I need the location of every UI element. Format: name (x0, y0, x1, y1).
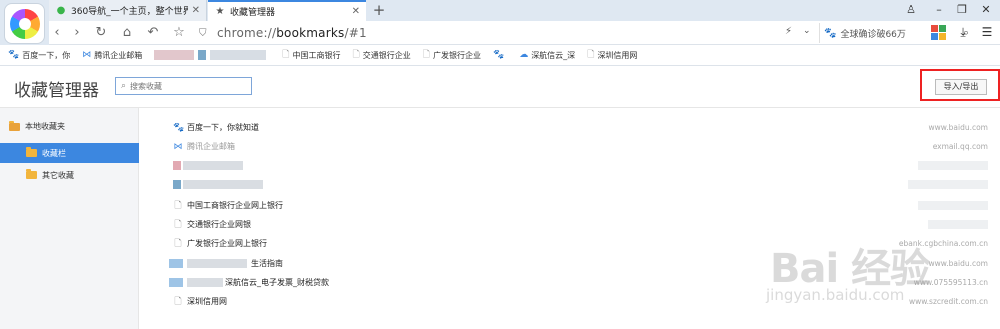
close-tab-icon[interactable]: ✕ (352, 6, 360, 17)
sidebar-item-other-bookmarks[interactable]: 其它收藏 (0, 165, 139, 185)
tab-label: 360导航_一个主页，整个世界 (71, 7, 188, 17)
bookmark-url: www.baidu.com (928, 123, 988, 132)
cloud-icon: ☁ (519, 50, 529, 60)
list-item[interactable]: 🐾 百度一下，你就知道 www.baidu.com (139, 118, 1000, 137)
page-icon: 🗋 (174, 296, 182, 307)
page-icon: 🗋 (174, 219, 182, 230)
bookmark-title: 中国工商银行企业网上银行 (187, 201, 283, 210)
list-item[interactable]: 深航信云_电子发票_财税贷款 www.075595113.cn (139, 273, 1000, 292)
star-icon: ★ (215, 6, 225, 17)
page-icon: 🗋 (282, 50, 290, 60)
bookmark-redacted[interactable] (154, 50, 270, 60)
list-item[interactable]: ⋈ 腾讯企业邮箱 exmail.qq.com (139, 137, 1000, 156)
list-item[interactable] (139, 175, 1000, 194)
bookmark-list: 🐾 百度一下，你就知道 www.baidu.com ⋈ 腾讯企业邮箱 exmai… (139, 108, 1000, 329)
close-tab-icon[interactable]: ✕ (192, 5, 200, 16)
baidu-paw-icon: 🐾 (492, 50, 505, 60)
bookmark-search-box[interactable]: ⌕ (115, 77, 252, 95)
bookmark-szcredit[interactable]: 🗋 深圳信用网 (587, 47, 637, 63)
page-icon: 🗋 (352, 50, 360, 60)
shield-icon: ⛉ (199, 27, 207, 39)
page-icon: 🗋 (587, 50, 595, 60)
tab-label: 收藏管理器 (230, 8, 276, 18)
tab-360-nav[interactable]: ● 360导航_一个主页，整个世界 ✕ (49, 0, 207, 21)
sidebar-root-label: 本地收藏夹 (25, 122, 65, 131)
sidebar-item-label: 其它收藏 (42, 170, 74, 180)
list-item[interactable]: 🗋 深圳信用网 www.szcredit.com.cn (139, 292, 1000, 311)
mail-icon: ⋈ (82, 50, 92, 60)
back-button[interactable]: ‹ (49, 25, 65, 41)
skin-icon[interactable]: ♙ (904, 3, 918, 17)
close-window-button[interactable]: ✕ (979, 3, 993, 17)
sidebar-item-bookmarks-bar[interactable]: 收藏栏 (0, 143, 139, 163)
address-bar[interactable]: ⛉ chrome://bookmarks/#1 (199, 23, 784, 43)
bookmark-paw[interactable]: 🐾 (493, 50, 507, 60)
360-logo-icon (10, 9, 40, 39)
bookmark-url: ebank.cgbchina.com.cn (898, 239, 988, 248)
bookmark-bocom[interactable]: 🗋 交通银行企业 (352, 47, 410, 63)
forward-button[interactable]: › (69, 25, 85, 41)
lightning-icon[interactable]: ⚡ (785, 26, 792, 37)
bookmark-url: www.075595113.cn (913, 278, 988, 287)
bookmark-url: www.baidu.com (928, 259, 988, 268)
folder-icon (26, 169, 37, 179)
sidebar-root-local-bookmarks[interactable]: 本地收藏夹 (9, 120, 65, 132)
favorite-star-button[interactable]: ☆ (171, 25, 187, 41)
import-export-button[interactable]: 导入/导出 (935, 79, 987, 95)
restore-button[interactable]: ❐ (955, 3, 969, 17)
bookmark-title: 百度一下，你就知道 (187, 123, 259, 132)
navigation-row: ‹ › ↻ ⌂ ↶ ☆ ⛉ chrome://bookmarks/#1 ⚡ ⌄ … (49, 21, 1000, 45)
list-item[interactable]: 🗋 广发银行企业网上银行 ebank.cgbchina.com.cn (139, 234, 1000, 253)
bookmark-icbc[interactable]: 🗋 中国工商银行 (282, 47, 340, 63)
reload-button[interactable]: ↻ (93, 25, 109, 41)
360-nav-icon: ● (56, 5, 66, 16)
page-icon: 🗋 (174, 200, 182, 211)
bookmark-url: exmail.qq.com (932, 142, 988, 151)
list-item[interactable]: 生活指南 www.baidu.com (139, 254, 1000, 273)
manager-header: 收藏管理器 ⌕ (0, 66, 1000, 108)
undo-close-button[interactable]: ↶ (145, 25, 161, 41)
bookmark-title: 深圳信用网 (187, 297, 227, 306)
download-icon[interactable]: ⤓ (955, 25, 971, 41)
browser-logo[interactable] (4, 3, 45, 44)
bookmark-baidu[interactable]: 🐾 百度一下，你 (8, 50, 70, 61)
new-tab-button[interactable]: + (370, 1, 388, 19)
chevron-down-icon[interactable]: ⌄ (803, 26, 811, 36)
baidu-paw-icon: 🐾 (824, 27, 837, 39)
sidebar-item-label: 收藏栏 (42, 148, 66, 158)
apps-icon[interactable] (931, 25, 947, 41)
list-item[interactable] (139, 156, 1000, 175)
bookmark-title: 生活指南 (251, 259, 283, 268)
search-icon: ⌕ (121, 81, 127, 91)
menu-icon[interactable]: ☰ (979, 25, 995, 41)
bookmark-title: 广发银行企业网上银行 (187, 239, 267, 248)
tab-bookmark-manager[interactable]: ★ 收藏管理器 ✕ (208, 0, 366, 21)
page-icon: 🗋 (174, 238, 182, 249)
page-icon: 🗋 (422, 50, 430, 60)
page-title: 收藏管理器 (14, 81, 99, 101)
bookmark-title: 深航信云_电子发票_财税贷款 (225, 278, 329, 287)
folder-icon (26, 147, 37, 157)
bookmark-shenhang[interactable]: ☁ 深航信云_深 (519, 50, 575, 61)
minimize-button[interactable]: – (932, 3, 946, 17)
bookmark-tencent-mail[interactable]: ⋈ 腾讯企业邮箱 (82, 50, 142, 61)
mail-icon: ⋈ (173, 141, 183, 152)
bookmark-url: www.szcredit.com.cn (908, 297, 988, 306)
folder-star-icon (9, 120, 20, 131)
bookmark-title: 交通银行企业网银 (187, 220, 251, 229)
folder-sidebar: 本地收藏夹 收藏栏 其它收藏 (0, 108, 139, 329)
baidu-paw-icon: 🐾 (173, 122, 185, 133)
list-item[interactable]: 🗋 交通银行企业网银 (139, 215, 1000, 234)
bookmark-title: 腾讯企业邮箱 (187, 142, 235, 151)
url-text: chrome://bookmarks/#1 (217, 26, 367, 40)
list-item[interactable]: 🗋 中国工商银行企业网上银行 (139, 196, 1000, 215)
bookmark-cgb[interactable]: 🗋 广发银行企业 (423, 47, 481, 63)
bookmarks-bar: 🐾 百度一下，你 ⋈ 腾讯企业邮箱 🗋 中国工商银行 🗋 交通银行企业 🗋 广发银行企业 … (0, 45, 1000, 66)
highlight-box: 导入/导出 (920, 69, 1000, 101)
bookmark-search-input[interactable] (130, 81, 241, 91)
home-button[interactable]: ⌂ (119, 25, 135, 41)
baidu-paw-icon: 🐾 (8, 50, 20, 60)
